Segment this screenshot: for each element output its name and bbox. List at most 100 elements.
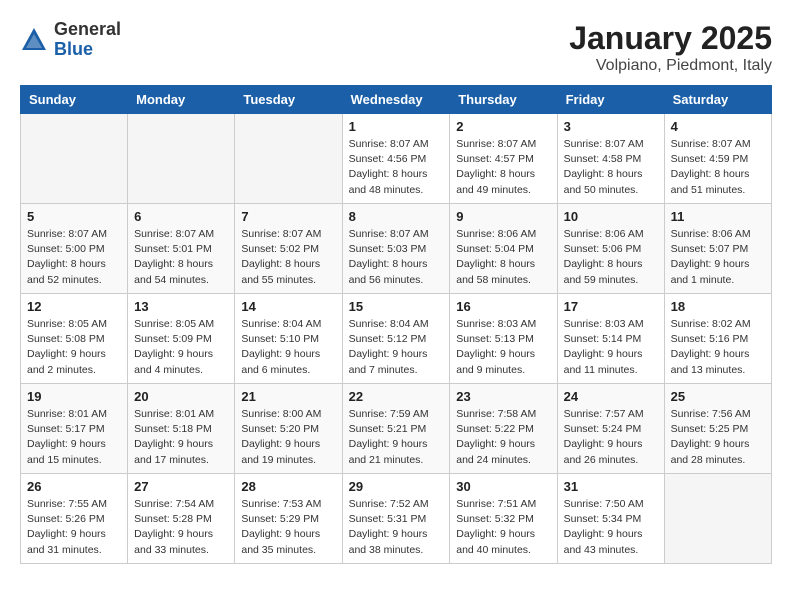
logo-icon (20, 26, 48, 54)
day-cell-21: 21 Sunrise: 8:00 AM Sunset: 5:20 PM Dayli… (235, 384, 342, 474)
week-row-4: 19 Sunrise: 8:01 AM Sunset: 5:17 PM Dayli… (21, 384, 772, 474)
day-cell-4: 4 Sunrise: 8:07 AM Sunset: 4:59 PM Daylig… (664, 114, 771, 204)
logo-blue: Blue (54, 40, 121, 60)
day-number: 18 (671, 299, 765, 314)
weekday-header-monday: Monday (128, 86, 235, 114)
day-info: Sunrise: 7:51 AM Sunset: 5:32 PM Dayligh… (456, 497, 550, 558)
empty-cell (664, 474, 771, 564)
day-cell-12: 12Sunrise: 8:05 AM Sunset: 5:08 PM Dayli… (21, 294, 128, 384)
weekday-header-row: SundayMondayTuesdayWednesdayThursdayFrid… (21, 86, 772, 114)
weekday-header-saturday: Saturday (664, 86, 771, 114)
weekday-header-friday: Friday (557, 86, 664, 114)
day-number: 29 (349, 479, 444, 494)
day-number: 30 (456, 479, 550, 494)
day-cell-24: 24Sunrise: 7:57 AM Sunset: 5:24 PM Dayli… (557, 384, 664, 474)
empty-cell (235, 114, 342, 204)
day-info: Sunrise: 7:59 AM Sunset: 5:21 PM Dayligh… (349, 407, 444, 468)
day-cell-5: 5 Sunrise: 8:07 AM Sunset: 5:00 PM Daylig… (21, 204, 128, 294)
day-number: 6 (134, 209, 228, 224)
week-row-3: 12Sunrise: 8:05 AM Sunset: 5:08 PM Dayli… (21, 294, 772, 384)
weekday-header-sunday: Sunday (21, 86, 128, 114)
day-info: Sunrise: 8:05 AM Sunset: 5:09 PM Dayligh… (134, 317, 228, 378)
day-cell-17: 17 Sunrise: 8:03 AM Sunset: 5:14 PM Dayli… (557, 294, 664, 384)
day-number: 27 (134, 479, 228, 494)
day-info: Sunrise: 8:00 AM Sunset: 5:20 PM Dayligh… (241, 407, 335, 468)
day-number: 4 (671, 119, 765, 134)
day-number: 13 (134, 299, 228, 314)
day-cell-15: 15 Sunrise: 8:04 AM Sunset: 5:12 PM Dayli… (342, 294, 450, 384)
day-number: 12 (27, 299, 121, 314)
day-info: Sunrise: 8:07 AM Sunset: 4:57 PM Dayligh… (456, 137, 550, 198)
day-info: Sunrise: 8:07 AM Sunset: 4:58 PM Dayligh… (564, 137, 658, 198)
day-number: 22 (349, 389, 444, 404)
day-number: 16 (456, 299, 550, 314)
day-cell-1: 1 Sunrise: 8:07 AM Sunset: 4:56 PM Daylig… (342, 114, 450, 204)
day-cell-3: 3 Sunrise: 8:07 AM Sunset: 4:58 PM Daylig… (557, 114, 664, 204)
calendar-body: 1 Sunrise: 8:07 AM Sunset: 4:56 PM Daylig… (21, 114, 772, 564)
day-info: Sunrise: 7:53 AM Sunset: 5:29 PM Dayligh… (241, 497, 335, 558)
day-info: Sunrise: 8:06 AM Sunset: 5:04 PM Dayligh… (456, 227, 550, 288)
day-number: 19 (27, 389, 121, 404)
day-number: 8 (349, 209, 444, 224)
day-info: Sunrise: 8:01 AM Sunset: 5:17 PM Dayligh… (27, 407, 121, 468)
week-row-1: 1 Sunrise: 8:07 AM Sunset: 4:56 PM Daylig… (21, 114, 772, 204)
day-cell-29: 29Sunrise: 7:52 AM Sunset: 5:31 PM Dayli… (342, 474, 450, 564)
day-info: Sunrise: 7:58 AM Sunset: 5:22 PM Dayligh… (456, 407, 550, 468)
day-number: 21 (241, 389, 335, 404)
day-cell-30: 30 Sunrise: 7:51 AM Sunset: 5:32 PM Dayli… (450, 474, 557, 564)
day-info: Sunrise: 8:01 AM Sunset: 5:18 PM Dayligh… (134, 407, 228, 468)
logo: General Blue (20, 20, 121, 60)
day-number: 17 (564, 299, 658, 314)
day-number: 1 (349, 119, 444, 134)
day-info: Sunrise: 8:04 AM Sunset: 5:10 PM Dayligh… (241, 317, 335, 378)
day-info: Sunrise: 8:07 AM Sunset: 5:00 PM Dayligh… (27, 227, 121, 288)
weekday-header-thursday: Thursday (450, 86, 557, 114)
logo-general: General (54, 20, 121, 40)
day-info: Sunrise: 8:07 AM Sunset: 5:03 PM Dayligh… (349, 227, 444, 288)
week-row-5: 26Sunrise: 7:55 AM Sunset: 5:26 PM Dayli… (21, 474, 772, 564)
day-cell-31: 31Sunrise: 7:50 AM Sunset: 5:34 PM Dayli… (557, 474, 664, 564)
day-cell-13: 13 Sunrise: 8:05 AM Sunset: 5:09 PM Dayli… (128, 294, 235, 384)
day-number: 28 (241, 479, 335, 494)
day-info: Sunrise: 8:03 AM Sunset: 5:13 PM Dayligh… (456, 317, 550, 378)
day-number: 23 (456, 389, 550, 404)
logo-text: General Blue (54, 20, 121, 60)
day-cell-7: 7Sunrise: 8:07 AM Sunset: 5:02 PM Daylig… (235, 204, 342, 294)
day-number: 10 (564, 209, 658, 224)
day-number: 5 (27, 209, 121, 224)
day-cell-23: 23 Sunrise: 7:58 AM Sunset: 5:22 PM Dayli… (450, 384, 557, 474)
day-number: 3 (564, 119, 658, 134)
day-number: 11 (671, 209, 765, 224)
week-row-2: 5 Sunrise: 8:07 AM Sunset: 5:00 PM Daylig… (21, 204, 772, 294)
day-number: 31 (564, 479, 658, 494)
day-cell-16: 16 Sunrise: 8:03 AM Sunset: 5:13 PM Dayli… (450, 294, 557, 384)
day-number: 20 (134, 389, 228, 404)
title-section: January 2025 Volpiano, Piedmont, Italy (569, 20, 772, 75)
day-info: Sunrise: 8:07 AM Sunset: 4:56 PM Dayligh… (349, 137, 444, 198)
day-info: Sunrise: 8:07 AM Sunset: 4:59 PM Dayligh… (671, 137, 765, 198)
day-cell-25: 25 Sunrise: 7:56 AM Sunset: 5:25 PM Dayli… (664, 384, 771, 474)
day-info: Sunrise: 8:04 AM Sunset: 5:12 PM Dayligh… (349, 317, 444, 378)
day-cell-20: 20 Sunrise: 8:01 AM Sunset: 5:18 PM Dayli… (128, 384, 235, 474)
day-cell-2: 2Sunrise: 8:07 AM Sunset: 4:57 PM Daylig… (450, 114, 557, 204)
day-info: Sunrise: 8:07 AM Sunset: 5:01 PM Dayligh… (134, 227, 228, 288)
empty-cell (128, 114, 235, 204)
day-cell-26: 26Sunrise: 7:55 AM Sunset: 5:26 PM Dayli… (21, 474, 128, 564)
day-number: 15 (349, 299, 444, 314)
day-info: Sunrise: 8:03 AM Sunset: 5:14 PM Dayligh… (564, 317, 658, 378)
day-info: Sunrise: 7:54 AM Sunset: 5:28 PM Dayligh… (134, 497, 228, 558)
day-number: 14 (241, 299, 335, 314)
day-info: Sunrise: 7:56 AM Sunset: 5:25 PM Dayligh… (671, 407, 765, 468)
weekday-header-tuesday: Tuesday (235, 86, 342, 114)
day-info: Sunrise: 8:06 AM Sunset: 5:06 PM Dayligh… (564, 227, 658, 288)
weekday-header-wednesday: Wednesday (342, 86, 450, 114)
day-cell-6: 6 Sunrise: 8:07 AM Sunset: 5:01 PM Daylig… (128, 204, 235, 294)
day-number: 9 (456, 209, 550, 224)
day-info: Sunrise: 8:06 AM Sunset: 5:07 PM Dayligh… (671, 227, 765, 288)
empty-cell (21, 114, 128, 204)
location-title: Volpiano, Piedmont, Italy (569, 57, 772, 75)
calendar-table: SundayMondayTuesdayWednesdayThursdayFrid… (20, 85, 772, 564)
day-info: Sunrise: 7:57 AM Sunset: 5:24 PM Dayligh… (564, 407, 658, 468)
day-cell-10: 10 Sunrise: 8:06 AM Sunset: 5:06 PM Dayli… (557, 204, 664, 294)
day-number: 25 (671, 389, 765, 404)
